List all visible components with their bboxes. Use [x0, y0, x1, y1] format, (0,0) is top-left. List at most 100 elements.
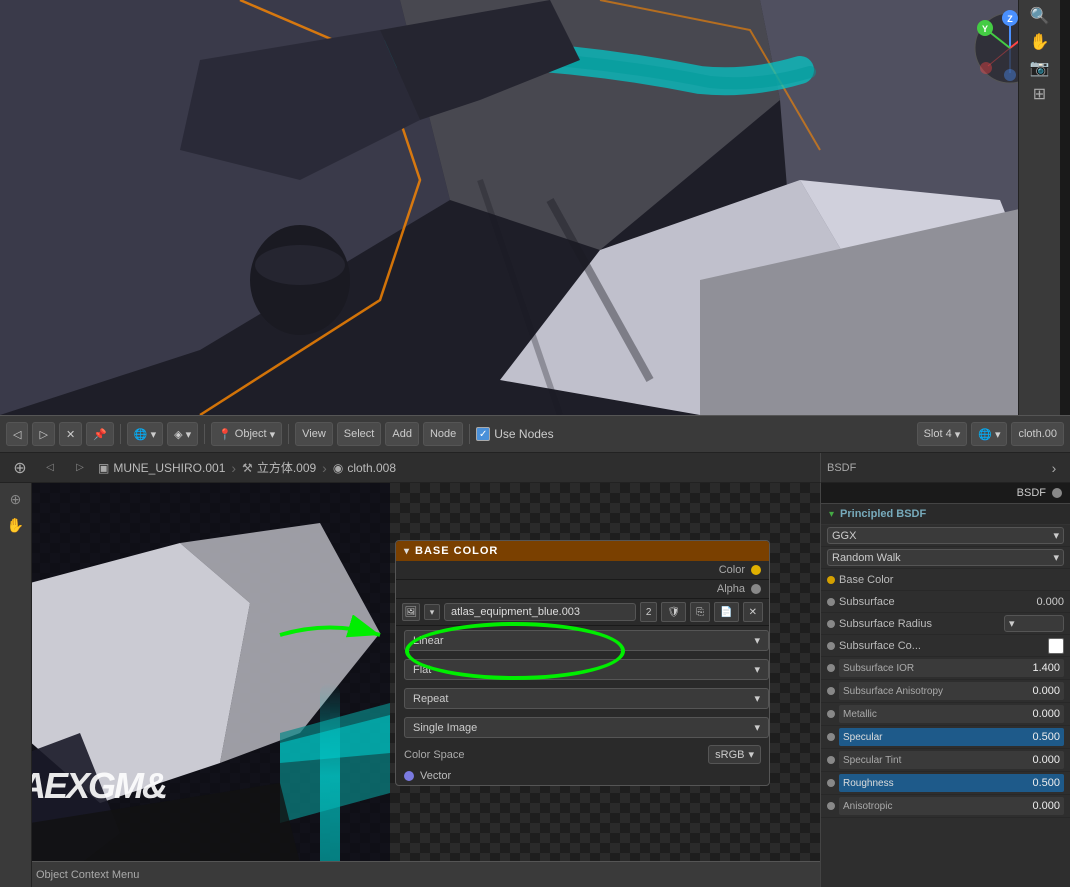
- viewport[interactable]: Z X Y 🔍 ✋ 📷 ⊞: [0, 0, 1060, 415]
- hand-icon[interactable]: ✋: [1028, 30, 1052, 54]
- roughness-socket[interactable]: [827, 779, 835, 787]
- panel-collapse-icon[interactable]: ▾: [404, 546, 409, 557]
- image-new-btn[interactable]: 📄: [714, 602, 738, 622]
- specular-tint-socket[interactable]: [827, 756, 835, 764]
- add-menu[interactable]: Add: [385, 422, 419, 446]
- ext-chevron: ▾: [754, 663, 760, 676]
- principled-bsdf-panel: BSDF ▾ Principled BSDF GGX ▾ Random Walk…: [820, 483, 1070, 887]
- pivot-label: ▾: [186, 428, 192, 441]
- subsurface-socket[interactable]: [827, 598, 835, 606]
- image-close-btn[interactable]: ✕: [743, 602, 763, 622]
- anisotropic-value: 0.000: [1032, 800, 1060, 812]
- add-node-icon[interactable]: ⊕: [8, 456, 32, 480]
- global-label: ▾: [151, 428, 157, 441]
- zoom-icon[interactable]: 🔍: [1028, 4, 1052, 28]
- toolbar-mode-next[interactable]: ▷: [32, 422, 54, 446]
- select-menu[interactable]: Select: [337, 422, 382, 446]
- metallic-bar[interactable]: Metallic 0.000: [839, 705, 1064, 723]
- transform-pivot-dropdown[interactable]: ◈ ▾: [167, 422, 198, 446]
- node-menu[interactable]: Node: [423, 422, 463, 446]
- specular-tint-value: 0.000: [1032, 754, 1060, 766]
- roughness-row: Roughness 0.500: [821, 772, 1070, 795]
- camera-icon[interactable]: 📷: [1028, 56, 1052, 80]
- subsurface-label: Subsurface: [839, 596, 1020, 608]
- image-dropdown-btn[interactable]: ▾: [424, 604, 440, 620]
- bsdf-output-socket[interactable]: [1052, 488, 1062, 498]
- image-count-btn[interactable]: 2: [640, 602, 658, 622]
- image-type-dropdown[interactable]: Single Image ▾: [404, 717, 769, 738]
- image-count: 2: [646, 607, 652, 618]
- subsurface-color-swatch[interactable]: [1048, 638, 1064, 654]
- subsurface-color-row: Subsurface Co...: [821, 635, 1070, 657]
- bsdf-output-row: BSDF: [821, 483, 1070, 504]
- image-copy-btn[interactable]: ⎘: [690, 602, 710, 622]
- base-color-prop-label: Base Color: [839, 574, 1064, 586]
- add-node-side-icon[interactable]: ⊕: [4, 487, 28, 511]
- toolbar-mode-prev[interactable]: ◁: [6, 422, 28, 446]
- editor-type-dropdown[interactable]: 📍 Object ▾: [211, 422, 282, 446]
- breadcrumb-item-1[interactable]: MUNE_USHIRO.001: [113, 461, 225, 475]
- slot-label: Slot 4: [924, 428, 952, 440]
- viewport-background: [0, 0, 1060, 415]
- breadcrumb-nav-next[interactable]: ▷: [68, 456, 92, 480]
- anisotropic-bar[interactable]: Anisotropic 0.000: [839, 797, 1064, 815]
- subsurface-aniso-socket[interactable]: [827, 687, 835, 695]
- color-space-label: Color Space: [404, 749, 702, 761]
- subsurface-radius-dropdown[interactable]: ▾: [1004, 615, 1064, 632]
- breadcrumb-nav-prev[interactable]: ◁: [38, 456, 62, 480]
- color-socket[interactable]: [751, 565, 761, 575]
- anisotropic-socket[interactable]: [827, 802, 835, 810]
- view-menu[interactable]: View: [295, 422, 333, 446]
- roughness-bar[interactable]: Roughness 0.500: [839, 774, 1064, 792]
- image-name-field[interactable]: atlas_equipment_blue.003: [444, 603, 636, 621]
- right-panel-close[interactable]: ›: [1044, 458, 1064, 478]
- toolbar-sep-3: [288, 424, 289, 444]
- color-space-dropdown[interactable]: sRGB ▾: [708, 745, 761, 764]
- toolbar-close[interactable]: ✕: [59, 422, 82, 446]
- grid-icon[interactable]: ⊞: [1028, 82, 1052, 106]
- hand-tool-icon[interactable]: ✋: [4, 513, 28, 537]
- metallic-socket[interactable]: [827, 710, 835, 718]
- specular-socket[interactable]: [827, 733, 835, 741]
- subsurface-aniso-bar[interactable]: Subsurface Anisotropy 0.000: [839, 682, 1064, 700]
- color-space-row: Color Space sRGB ▾: [396, 742, 769, 767]
- repeat-label: Repeat: [413, 693, 448, 705]
- material-label: cloth.00: [1018, 428, 1057, 440]
- specular-label: Specular: [843, 732, 882, 743]
- breadcrumb-item-2[interactable]: 立方体.009: [257, 459, 316, 476]
- random-walk-dropdown[interactable]: Random Walk ▾: [827, 549, 1064, 566]
- subsurface-radius-socket[interactable]: [827, 620, 835, 628]
- base-color-prop-socket[interactable]: [827, 576, 835, 584]
- image-shield-btn[interactable]: 🛡: [661, 602, 686, 622]
- breadcrumb-item-3[interactable]: cloth.008: [347, 461, 396, 475]
- extension-dropdown[interactable]: Flat ▾: [404, 659, 769, 680]
- subsurface-ior-bar[interactable]: Subsurface IOR 1.400: [839, 659, 1064, 677]
- image-type-icon[interactable]: 🖼: [402, 603, 420, 621]
- repeat-dropdown[interactable]: Repeat ▾: [404, 688, 769, 709]
- node-editor-side-toolbar: ⊕ ✋: [0, 483, 32, 887]
- vector-socket[interactable]: [404, 771, 414, 781]
- subsurface-aniso-value: 0.000: [1032, 685, 1060, 697]
- specular-row: Specular 0.500: [821, 726, 1070, 749]
- interpolation-dropdown[interactable]: Linear ▾: [404, 630, 769, 651]
- ggx-dropdown[interactable]: GGX ▾: [827, 527, 1064, 544]
- interpolation-label: Linear: [413, 635, 444, 647]
- slot-dropdown[interactable]: Slot 4 ▾: [917, 422, 968, 446]
- global-orientation-dropdown[interactable]: 🌐 ▾: [127, 422, 163, 446]
- use-nodes-checkbox[interactable]: ✓: [476, 427, 490, 441]
- material-name[interactable]: cloth.00: [1011, 422, 1064, 446]
- subsurface-ior-socket[interactable]: [827, 664, 835, 672]
- subsurface-color-socket[interactable]: [827, 642, 835, 650]
- context-menu-label: Object Context Menu: [36, 869, 139, 881]
- image-type-row: Single Image ▾: [396, 713, 769, 742]
- specular-tint-bar[interactable]: Specular Tint 0.000: [839, 751, 1064, 769]
- annotation-arrow: [270, 615, 390, 655]
- alpha-socket[interactable]: [751, 584, 761, 594]
- toolbar-pin[interactable]: 📌: [86, 422, 114, 446]
- svg-text:Z: Z: [1007, 14, 1013, 24]
- base-color-header: ▾ BASE COLOR: [396, 541, 769, 561]
- breadcrumb-bar: ⊕ ◁ ▷ ▣ MUNE_USHIRO.001 › ⚒ 立方体.009 › ◉ …: [0, 453, 820, 483]
- collapse-icon[interactable]: ▾: [829, 509, 834, 520]
- specular-bar[interactable]: Specular 0.500: [839, 728, 1064, 746]
- global-dropdown[interactable]: 🌐 ▾: [971, 422, 1007, 446]
